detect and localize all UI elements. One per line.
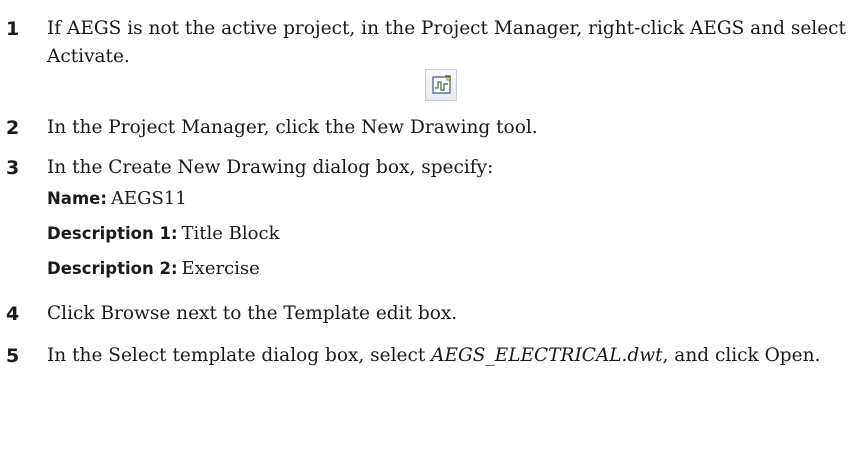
field-label: Description 1: [47, 224, 178, 243]
field-label: Name: [47, 189, 107, 208]
step-number: 1 [6, 18, 20, 40]
field-description-1: Description 1: Title Block [47, 220, 279, 249]
field-label: Description 2: [47, 259, 178, 278]
new-drawing-icon [425, 69, 457, 101]
field-name: Name: AEGS11 [47, 185, 187, 214]
step-text: In the Project Manager, click the New Dr… [47, 117, 538, 138]
field-value: Exercise [181, 258, 260, 279]
step-text-before: In the Select template dialog box, selec… [47, 345, 432, 366]
step-text: Click Browse next to the Template edit b… [47, 303, 458, 324]
step-text: In the Select template dialog box, selec… [47, 342, 849, 370]
template-filename: AEGS_ELECTRICAL.dwt [431, 345, 663, 366]
step-number: 5 [6, 345, 20, 367]
field-value: Title Block [181, 223, 280, 244]
step-text-after: , and click Open. [662, 345, 821, 366]
step-number: 3 [6, 157, 20, 179]
field-description-2: Description 2: Exercise [47, 255, 260, 284]
step-text: If AEGS is not the active project, in th… [47, 18, 846, 67]
step-number: 2 [6, 117, 20, 139]
step-number: 4 [6, 303, 20, 325]
step-text: In the Create New Drawing dialog box, sp… [47, 157, 494, 178]
field-value: AEGS11 [110, 188, 187, 209]
